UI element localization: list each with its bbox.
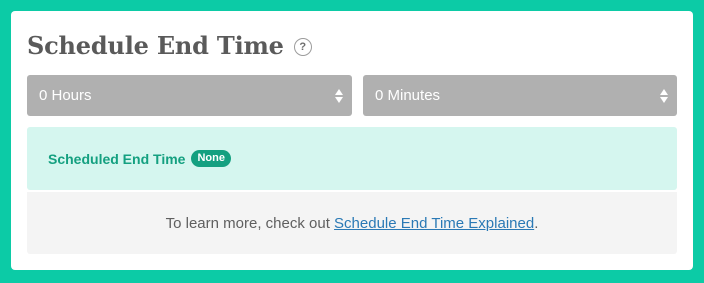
minutes-select-value: 0 Minutes bbox=[375, 87, 441, 104]
minutes-select[interactable]: 0 Minutes bbox=[363, 75, 677, 116]
help-icon[interactable]: ? bbox=[293, 37, 312, 56]
sort-arrows-icon bbox=[335, 88, 343, 103]
status-badge: None bbox=[191, 150, 231, 167]
scheduled-end-time-status: Scheduled End Time None bbox=[27, 127, 677, 190]
info-box: To learn more, check out Schedule End Ti… bbox=[27, 192, 677, 254]
sort-arrows-icon bbox=[660, 88, 668, 103]
info-suffix: . bbox=[534, 214, 539, 232]
explained-link[interactable]: Schedule End Time Explained bbox=[334, 215, 534, 232]
status-label: Scheduled End Time bbox=[48, 150, 186, 167]
hours-select-value: 0 Hours bbox=[39, 87, 92, 104]
title-row: Schedule End Time ? bbox=[27, 28, 312, 62]
schedule-end-time-card: Schedule End Time ? 0 Hours 0 Minutes Sc… bbox=[11, 11, 693, 270]
hours-select[interactable]: 0 Hours bbox=[27, 75, 352, 116]
info-prefix: To learn more, check out bbox=[165, 214, 335, 232]
page-title: Schedule End Time bbox=[27, 30, 284, 60]
